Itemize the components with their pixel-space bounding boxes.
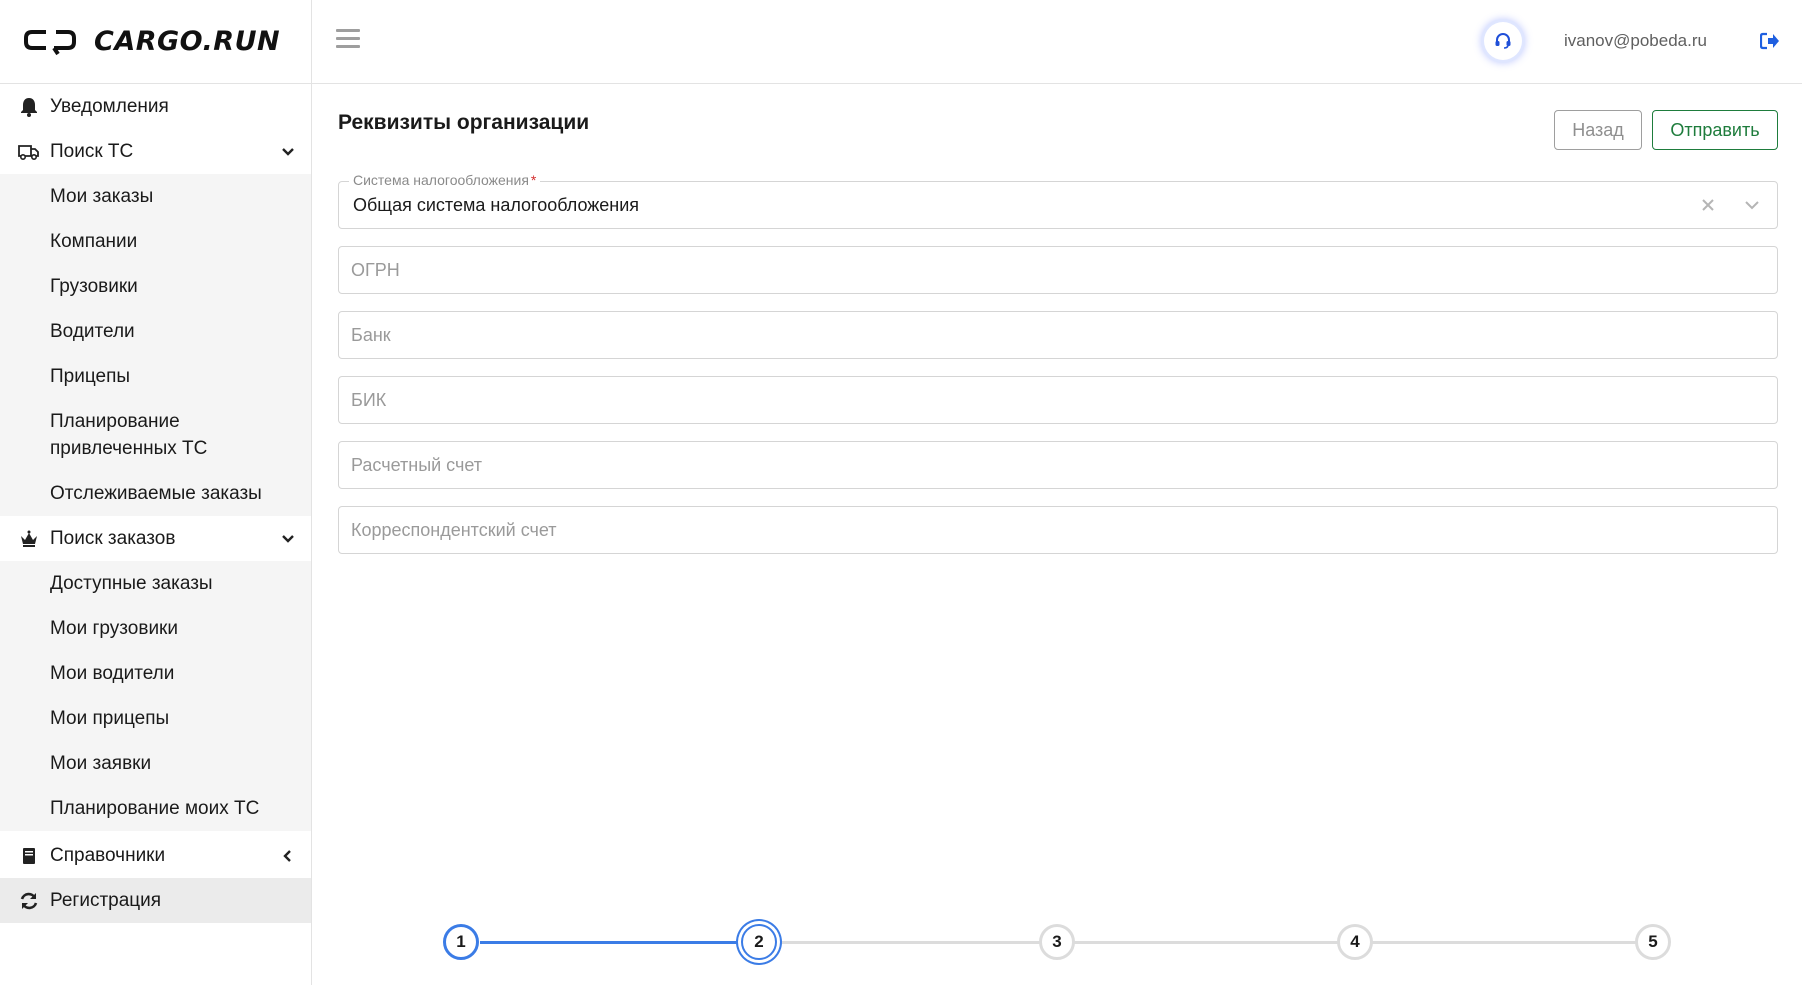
sidebar-item-label: Регистрация xyxy=(50,889,162,911)
stepper-line xyxy=(1074,941,1338,944)
stepper-line xyxy=(480,941,758,944)
sidebar-item-label: Мои заявки xyxy=(50,752,152,774)
tax-system-label-text: Система налогообложения xyxy=(353,172,529,188)
bik-input[interactable] xyxy=(339,377,1777,423)
page-title: Реквизиты организации xyxy=(338,111,590,134)
sidebar-item-label: Поиск заказов xyxy=(50,527,176,549)
logout-icon[interactable] xyxy=(1759,30,1781,52)
tax-system-select[interactable]: Система налогообложения * Общая система н… xyxy=(338,172,1778,229)
sidebar-item-my-vehicle-planning[interactable]: Планирование моих ТС xyxy=(0,786,311,831)
sidebar-item-my-trailers[interactable]: Мои прицепы xyxy=(0,696,311,741)
sidebar-item-companies[interactable]: Компании xyxy=(0,219,311,264)
sidebar-item-label: Водители xyxy=(50,320,135,342)
account-input[interactable] xyxy=(339,442,1777,488)
brand-logo[interactable]: CARGO.RUN xyxy=(0,0,311,84)
sidebar-item-label: Планирование привлеченных ТС xyxy=(50,411,208,459)
sidebar-item-trucks[interactable]: Грузовики xyxy=(0,264,311,309)
sidebar-item-hired-vehicle-planning[interactable]: Планирование привлеченных ТС xyxy=(0,399,311,471)
stepper-line xyxy=(776,941,1040,944)
step-5[interactable]: 5 xyxy=(1635,924,1671,960)
bell-icon xyxy=(18,96,40,118)
sidebar: CARGO.RUN Уведомления Поиск ТС Мои заказ… xyxy=(0,0,312,985)
required-mark: * xyxy=(530,172,537,188)
sidebar-item-label: Мои водители xyxy=(50,662,175,684)
sidebar-item-my-trucks[interactable]: Мои грузовики xyxy=(0,606,311,651)
sidebar-item-my-drivers[interactable]: Мои водители xyxy=(0,651,311,696)
account-field xyxy=(338,441,1778,489)
sidebar-item-label: Мои прицепы xyxy=(50,707,170,729)
sidebar-item-label: Компании xyxy=(50,230,138,252)
bik-field xyxy=(338,376,1778,424)
chevron-down-icon[interactable] xyxy=(1743,196,1761,214)
sidebar-item-trailers[interactable]: Прицепы xyxy=(0,354,311,399)
support-headset-icon[interactable] xyxy=(1484,22,1522,60)
corr-account-input[interactable] xyxy=(339,507,1777,553)
back-button[interactable]: Назад xyxy=(1554,110,1642,150)
sidebar-item-available-orders[interactable]: Доступные заказы xyxy=(0,561,311,606)
sidebar-item-tracked-orders[interactable]: Отслеживаемые заказы xyxy=(0,471,311,516)
user-email[interactable]: ivanov@pobeda.ru xyxy=(1564,31,1707,51)
ogrn-field xyxy=(338,246,1778,294)
bank-input[interactable] xyxy=(339,312,1777,358)
sidebar-item-order-search[interactable]: Поиск заказов xyxy=(0,516,311,561)
sidebar-item-my-orders[interactable]: Мои заказы xyxy=(0,174,311,219)
clear-icon[interactable] xyxy=(1699,196,1717,214)
chevron-down-icon xyxy=(281,532,295,546)
sidebar-item-vehicle-search[interactable]: Поиск ТС xyxy=(0,129,311,174)
sidebar-item-drivers[interactable]: Водители xyxy=(0,309,311,354)
step-2[interactable]: 2 xyxy=(741,924,777,960)
sidebar-item-label: Грузовики xyxy=(50,275,138,297)
sidebar-item-label: Мои заказы xyxy=(50,185,154,207)
sidebar-item-registration[interactable]: Регистрация xyxy=(0,878,311,923)
chevron-down-icon xyxy=(281,145,295,159)
refresh-icon xyxy=(18,890,40,912)
tax-system-value: Общая система налогообложения xyxy=(353,195,640,215)
sidebar-item-directories[interactable]: Справочники xyxy=(0,833,311,878)
sidebar-item-my-requests[interactable]: Мои заявки xyxy=(0,741,311,786)
sidebar-item-label: Планирование моих ТС xyxy=(50,797,260,819)
sidebar-item-label: Прицепы xyxy=(50,365,131,387)
book-icon xyxy=(18,845,40,867)
chevron-left-icon xyxy=(281,849,295,863)
sidebar-item-label: Справочники xyxy=(50,844,166,866)
menu-toggle-icon[interactable] xyxy=(336,29,360,51)
step-1[interactable]: 1 xyxy=(443,924,479,960)
crown-icon xyxy=(18,528,40,550)
tax-system-label: Система налогообложения * xyxy=(349,172,541,188)
ogrn-input[interactable] xyxy=(339,247,1777,293)
corr-account-field xyxy=(338,506,1778,554)
sidebar-item-label: Уведомления xyxy=(50,95,169,117)
step-3[interactable]: 3 xyxy=(1039,924,1075,960)
sidebar-item-label: Доступные заказы xyxy=(50,572,213,594)
stepper-line xyxy=(1372,941,1636,944)
sidebar-item-label: Поиск ТС xyxy=(50,140,134,162)
top-header: ivanov@pobeda.ru xyxy=(312,0,1802,84)
sidebar-item-notifications[interactable]: Уведомления xyxy=(0,84,311,129)
send-button[interactable]: Отправить xyxy=(1652,110,1778,150)
bank-field xyxy=(338,311,1778,359)
sidebar-item-label: Мои грузовики xyxy=(50,617,178,639)
logo-text: CARGO.RUN xyxy=(94,26,281,57)
step-4[interactable]: 4 xyxy=(1337,924,1373,960)
truck-icon xyxy=(18,141,40,163)
cargo-run-logo-icon xyxy=(24,29,76,55)
sidebar-item-label: Отслеживаемые заказы xyxy=(50,482,262,504)
